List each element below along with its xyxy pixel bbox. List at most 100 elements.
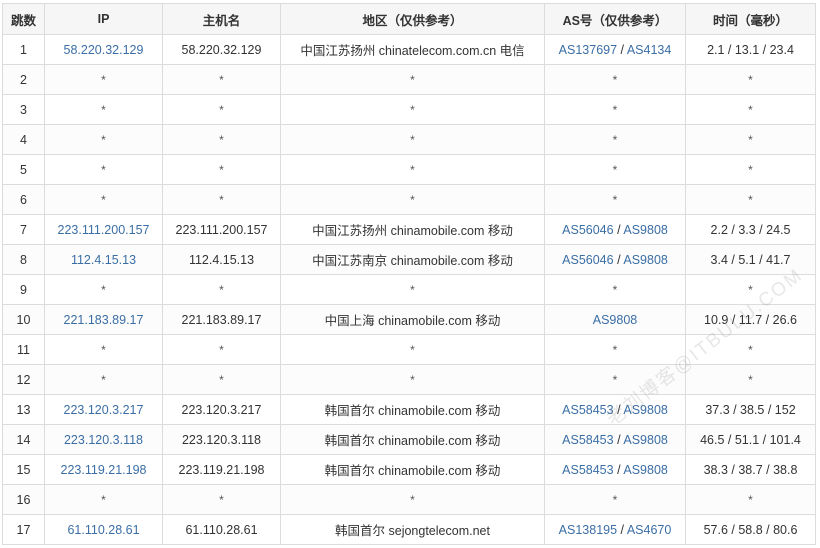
as-link[interactable]: AS58453 — [562, 403, 613, 417]
as-separator: / — [614, 403, 624, 417]
host-cell: 58.220.32.129 — [162, 34, 281, 65]
as-link[interactable]: AS56046 — [562, 223, 613, 237]
host-cell-text: * — [219, 192, 224, 207]
ip-cell-text: * — [101, 192, 106, 207]
as-cell: AS9808 — [544, 304, 686, 335]
region-cell: * — [280, 64, 545, 95]
as-cell: AS138195 / AS4670 — [544, 514, 686, 545]
region-cell: 中国上海 chinamobile.com 移动 — [280, 304, 545, 335]
ip-cell-link[interactable]: 223.111.200.157 — [58, 223, 150, 237]
as-cell: * — [544, 154, 686, 185]
as-separator-glyph: / — [617, 252, 621, 267]
as-link[interactable]: AS9808 — [623, 223, 667, 237]
table-row: 13 223.120.3.217 223.120.3.217 韩国首尔 chinamo… — [2, 394, 816, 425]
ip-cell-link[interactable]: 223.120.3.217 — [64, 403, 144, 417]
region-cell-text: * — [410, 132, 415, 147]
as-link[interactable]: AS56046 — [562, 253, 613, 267]
host-cell-text: 58.220.32.129 — [181, 42, 262, 57]
region-cell: 中国江苏扬州 chinatelecom.com.cn 电信 — [280, 34, 545, 65]
ip-cell-text: * — [101, 492, 106, 507]
table-row: 4 * * * * * — [2, 124, 816, 155]
ip-cell: 223.119.21.198 — [44, 454, 163, 485]
host-cell-text: * — [219, 492, 224, 507]
time-cell: * — [685, 334, 816, 365]
time-cell-text: * — [748, 342, 753, 357]
hop-cell: 15 — [2, 454, 45, 485]
as-cell: * — [544, 94, 686, 125]
table-row: 17 61.110.28.61 61.110.28.61 韩国首尔 sejongtel… — [2, 514, 816, 545]
table-row: 9 * * * * * — [2, 274, 816, 305]
hop-cell-text: 16 — [16, 492, 31, 507]
host-cell-text: * — [219, 372, 224, 387]
region-cell-text: * — [410, 372, 415, 387]
as-separator-glyph: / — [617, 462, 621, 477]
ip-cell: * — [44, 124, 163, 155]
region-cell-text: * — [410, 492, 415, 507]
time-cell-text: * — [748, 162, 753, 177]
time-cell-text: 38.3 / 38.7 / 38.8 — [703, 462, 798, 477]
ip-cell-text: * — [101, 372, 106, 387]
region-cell-text: 中国江苏扬州 chinatelecom.com.cn 电信 — [300, 44, 525, 58]
table-row: 2 * * * * * — [2, 64, 816, 95]
as-link[interactable]: AS4670 — [627, 523, 671, 537]
host-cell-text: * — [219, 102, 224, 117]
region-cell-text: * — [410, 192, 415, 207]
region-cell-text: * — [410, 162, 415, 177]
hop-cell-text: 11 — [17, 342, 30, 357]
region-cell-text: 韩国首尔 chinamobile.com 移动 — [324, 434, 501, 448]
hop-cell: 1 — [2, 34, 45, 65]
ip-cell-link[interactable]: 223.119.21.198 — [61, 463, 147, 477]
time-cell-text: 2.2 / 3.3 / 24.5 — [710, 222, 791, 237]
as-separator: / — [617, 523, 627, 537]
time-cell-text: 46.5 / 51.1 / 101.4 — [700, 432, 801, 447]
time-cell-text: 3.4 / 5.1 / 41.7 — [710, 252, 791, 267]
ip-cell-link[interactable]: 223.120.3.118 — [64, 433, 143, 447]
host-cell: 223.111.200.157 — [162, 214, 281, 245]
as-text: * — [612, 72, 618, 87]
region-cell: * — [280, 124, 545, 155]
as-link[interactable]: AS58453 — [562, 433, 613, 447]
region-cell-text: 韩国首尔 sejongtelecom.net — [335, 524, 490, 538]
as-link[interactable]: AS4134 — [627, 43, 671, 57]
as-link[interactable]: AS138195 — [559, 523, 617, 537]
as-link[interactable]: AS9808 — [593, 313, 637, 327]
host-cell: * — [162, 64, 281, 95]
hop-cell-text: 4 — [20, 132, 27, 147]
hop-cell-text: 1 — [20, 42, 27, 57]
ip-cell-link[interactable]: 112.4.15.13 — [71, 253, 136, 267]
column-header-hop: 跳数 — [2, 3, 45, 35]
table-row: 11 * * * * * — [2, 334, 816, 365]
region-cell: * — [280, 484, 545, 515]
as-separator-glyph: / — [617, 432, 621, 447]
hop-cell-text: 7 — [20, 222, 27, 237]
ip-cell: 221.183.89.17 — [44, 304, 163, 335]
hop-cell: 16 — [2, 484, 45, 515]
as-link[interactable]: AS9808 — [623, 403, 667, 417]
hop-cell-text: 6 — [20, 192, 27, 207]
host-cell-text: 61.110.28.61 — [185, 522, 258, 537]
as-link[interactable]: AS58453 — [562, 463, 613, 477]
as-link[interactable]: AS9808 — [623, 253, 667, 267]
host-cell: 223.120.3.217 — [162, 394, 281, 425]
as-link[interactable]: AS137697 — [559, 43, 617, 57]
as-separator: / — [614, 223, 624, 237]
region-cell: 韩国首尔 chinamobile.com 移动 — [280, 424, 545, 455]
hop-cell-text: 2 — [20, 72, 27, 87]
ip-cell-link[interactable]: 221.183.89.17 — [64, 313, 144, 327]
host-cell: * — [162, 94, 281, 125]
hop-cell: 7 — [2, 214, 45, 245]
ip-cell-link[interactable]: 58.220.32.129 — [64, 43, 144, 57]
as-cell: * — [544, 484, 686, 515]
as-link[interactable]: AS9808 — [623, 433, 667, 447]
ip-cell-link[interactable]: 61.110.28.61 — [67, 523, 139, 537]
region-cell-text: 中国江苏扬州 chinamobile.com 移动 — [312, 224, 513, 238]
host-cell: 61.110.28.61 — [162, 514, 281, 545]
hop-cell: 14 — [2, 424, 45, 455]
ip-cell-text: * — [101, 342, 106, 357]
as-link[interactable]: AS9808 — [623, 463, 667, 477]
region-cell: * — [280, 154, 545, 185]
time-cell-text: 2.1 / 13.1 / 23.4 — [707, 42, 794, 57]
hop-cell-text: 12 — [16, 372, 31, 387]
time-cell: 2.1 / 13.1 / 23.4 — [685, 34, 816, 65]
time-cell: 3.4 / 5.1 / 41.7 — [685, 244, 816, 275]
